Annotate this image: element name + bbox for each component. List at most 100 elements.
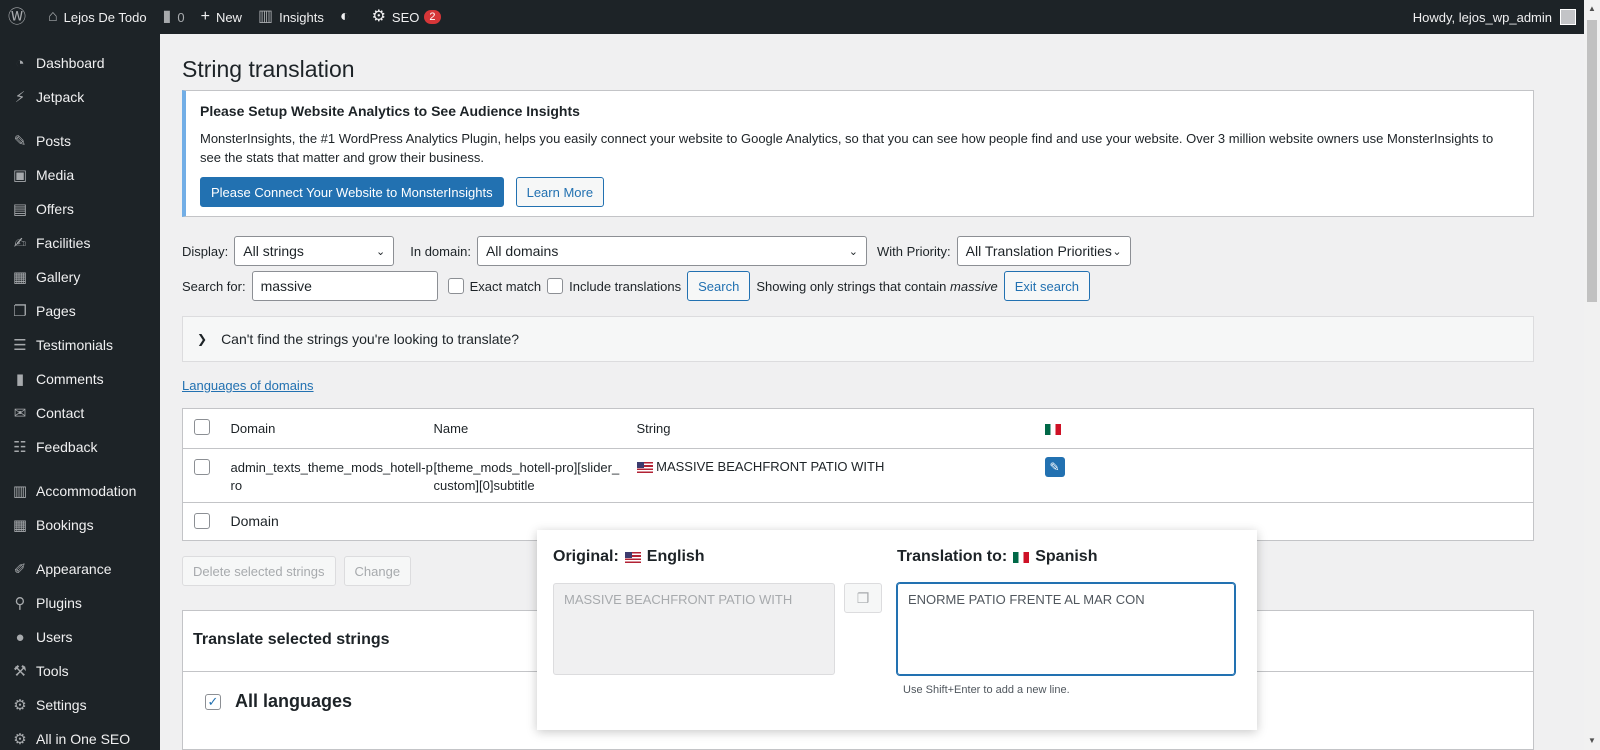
sidebar-item-appearance[interactable]: ✐ Appearance bbox=[0, 552, 160, 586]
sidebar-item-posts[interactable]: ✎ Posts bbox=[0, 124, 160, 158]
sidebar-item-pages[interactable]: ❐ Pages bbox=[0, 294, 160, 328]
scroll-down-arrow-icon[interactable]: ▼ bbox=[1588, 736, 1596, 745]
insights-link[interactable]: ▥ Insights bbox=[250, 0, 332, 34]
media-icon: ▣ bbox=[12, 167, 28, 184]
languages-of-domains-link[interactable]: Languages of domains bbox=[182, 378, 314, 393]
search-button[interactable]: Search bbox=[687, 271, 751, 301]
connect-monsterinsights-button[interactable]: Please Connect Your Website to MonsterIn… bbox=[200, 177, 504, 207]
sidebar-item-jetpack[interactable]: ⚡ Jetpack bbox=[0, 80, 160, 114]
sidebar-item-facilities[interactable]: ✍ Facilities bbox=[0, 226, 160, 260]
translation-editor-popup: Original: English MASSIVE BEACHFRONT PAT… bbox=[537, 530, 1257, 730]
select-all-checkbox[interactable] bbox=[194, 419, 210, 435]
change-button[interactable]: Change bbox=[343, 556, 412, 586]
new-line-hint: Use Shift+Enter to add a new line. bbox=[903, 684, 1070, 696]
seo-link[interactable]: ⚙ SEO 2 bbox=[364, 0, 449, 34]
gallery-icon: ▦ bbox=[12, 269, 28, 286]
sidebar-item-comments[interactable]: ▮ Comments bbox=[0, 362, 160, 396]
us-flag-icon bbox=[624, 551, 641, 563]
column-header-name: Name bbox=[433, 408, 637, 449]
domain-label: In domain: bbox=[410, 243, 471, 259]
sidebar-item-settings[interactable]: ⚙ Settings bbox=[0, 688, 160, 722]
sidebar-item-label: Jetpack bbox=[36, 89, 85, 105]
sidebar-item-media[interactable]: ▣ Media bbox=[0, 158, 160, 192]
calendar-icon: ▦ bbox=[12, 517, 28, 534]
pin-icon: ✎ bbox=[13, 133, 27, 150]
mexico-flag-icon bbox=[1013, 551, 1030, 563]
footer-domain: Domain bbox=[230, 513, 279, 529]
learn-more-button[interactable]: Learn More bbox=[515, 177, 605, 207]
sidebar-item-label: Accommodation bbox=[36, 483, 137, 499]
row-string: MASSIVE BEACHFRONT PATIO WITH bbox=[636, 448, 1045, 503]
checkmark-icon[interactable]: ✓ bbox=[205, 693, 221, 710]
row-checkbox[interactable] bbox=[194, 459, 210, 475]
exit-search-button[interactable]: Exit search bbox=[1003, 271, 1091, 301]
account-menu[interactable]: Howdy, lejos_wp_admin bbox=[1405, 0, 1584, 34]
display-label: Display: bbox=[182, 243, 229, 259]
chevron-down-icon: ⌄ bbox=[848, 245, 858, 258]
jetpack-icon: ⚡ bbox=[14, 89, 26, 106]
scroll-up-arrow-icon[interactable]: ▲ bbox=[1588, 4, 1596, 13]
scrollbar-thumb[interactable] bbox=[1587, 20, 1597, 302]
priority-select[interactable]: All Translation Priorities ⌄ bbox=[956, 236, 1131, 266]
column-header-domain: Domain bbox=[230, 408, 434, 449]
wordpress-logo-icon[interactable]: Ⓦ bbox=[0, 0, 40, 34]
sidebar-item-all-in-one-seo[interactable]: ⚙ All in One SEO bbox=[0, 722, 160, 750]
sidebar-item-bookings[interactable]: ▦ Bookings bbox=[0, 508, 160, 542]
search-input[interactable]: massive bbox=[251, 271, 438, 301]
plugin-icon: ⚲ bbox=[14, 595, 26, 612]
all-languages-option[interactable]: ✓ All languages bbox=[205, 691, 352, 712]
sidebar-item-plugins[interactable]: ⚲ Plugins bbox=[0, 586, 160, 620]
edit-page-icon: ✍ bbox=[13, 235, 27, 252]
sidebar-item-accommodation[interactable]: ▥ Accommodation bbox=[0, 474, 160, 508]
search-row: Search for: massive Exact match Include … bbox=[182, 271, 1091, 301]
sidebar-item-feedback[interactable]: ☷ Feedback bbox=[0, 430, 160, 464]
notice-text: MonsterInsights, the #1 WordPress Analyt… bbox=[200, 131, 1494, 165]
delete-selected-button[interactable]: Delete selected strings bbox=[182, 556, 336, 586]
exact-match-checkbox[interactable] bbox=[447, 278, 464, 294]
include-translations-checkbox[interactable] bbox=[547, 278, 564, 294]
chevron-right-icon: ❯ bbox=[197, 332, 208, 346]
gear-icon: ⚙ bbox=[371, 8, 386, 25]
comment-bubble-icon: ▮ bbox=[162, 8, 172, 25]
site-name-link[interactable]: ⌂ Lejos De Todo bbox=[40, 0, 155, 34]
sidebar-item-offers[interactable]: ▤ Offers bbox=[0, 192, 160, 226]
feedback-icon: ☷ bbox=[13, 439, 27, 456]
briefcase-icon: ▤ bbox=[12, 201, 28, 218]
sidebar-item-label: Plugins bbox=[36, 595, 82, 611]
display-select[interactable]: All strings ⌄ bbox=[234, 236, 395, 266]
sidebar-item-contact[interactable]: ✉ Contact bbox=[0, 396, 160, 430]
sidebar-item-label: Offers bbox=[36, 201, 74, 217]
new-content-link[interactable]: + New bbox=[193, 0, 250, 34]
row-name: [theme_mods_hotell-pro][slider_custom][0… bbox=[433, 448, 637, 503]
edit-translation-pencil-icon[interactable]: ✎ bbox=[1044, 457, 1065, 477]
missing-strings-accordion[interactable]: ❯ Can't find the strings you're looking … bbox=[182, 316, 1534, 362]
main-content: String translation Please Setup Website … bbox=[160, 34, 1584, 750]
sidebar-item-tools[interactable]: ⚒ Tools bbox=[0, 654, 160, 688]
sidebar-item-testimonials[interactable]: ☰ Testimonials bbox=[0, 328, 160, 362]
sidebar-item-gallery[interactable]: ▦ Gallery bbox=[0, 260, 160, 294]
search-query-icon[interactable]: ◐ bbox=[332, 0, 364, 34]
select-all-footer-checkbox[interactable] bbox=[194, 513, 210, 529]
sidebar-item-users[interactable]: ● Users bbox=[0, 620, 160, 654]
table-header-row: Domain Name String bbox=[182, 408, 1534, 449]
copy-original-icon[interactable]: ❐ bbox=[844, 583, 882, 613]
translation-textarea[interactable]: ENORME PATIO FRENTE AL MAR CON bbox=[897, 583, 1235, 675]
home-icon: ⌂ bbox=[48, 8, 58, 25]
menu-separator bbox=[0, 542, 160, 552]
menu-separator bbox=[0, 114, 160, 124]
seo-badge: 2 bbox=[424, 10, 441, 24]
search-label: Search for: bbox=[182, 278, 246, 294]
bulk-actions: Delete selected strings Change bbox=[182, 556, 412, 586]
include-translations-label: Include translations bbox=[569, 278, 682, 294]
domain-select[interactable]: All domains ⌄ bbox=[476, 236, 867, 266]
notice-title: Please Setup Website Analytics to See Au… bbox=[200, 103, 580, 119]
avatar bbox=[1560, 9, 1576, 25]
page-scrollbar[interactable]: ▲ ▼ bbox=[1584, 0, 1600, 750]
comments-link[interactable]: ▮ 0 bbox=[155, 0, 193, 34]
testimonial-icon: ☰ bbox=[13, 337, 27, 354]
translation-label: Translation to: Spanish bbox=[897, 548, 1098, 565]
sidebar-item-label: Media bbox=[36, 167, 75, 183]
sidebar-item-dashboard[interactable]: ◔ Dashboard bbox=[0, 46, 160, 80]
sidebar-item-label: Dashboard bbox=[36, 55, 105, 71]
admin-bar: Ⓦ ⌂ Lejos De Todo ▮ 0 + New ▥ Insights ◐ ⚙ SE… bbox=[0, 0, 1584, 34]
